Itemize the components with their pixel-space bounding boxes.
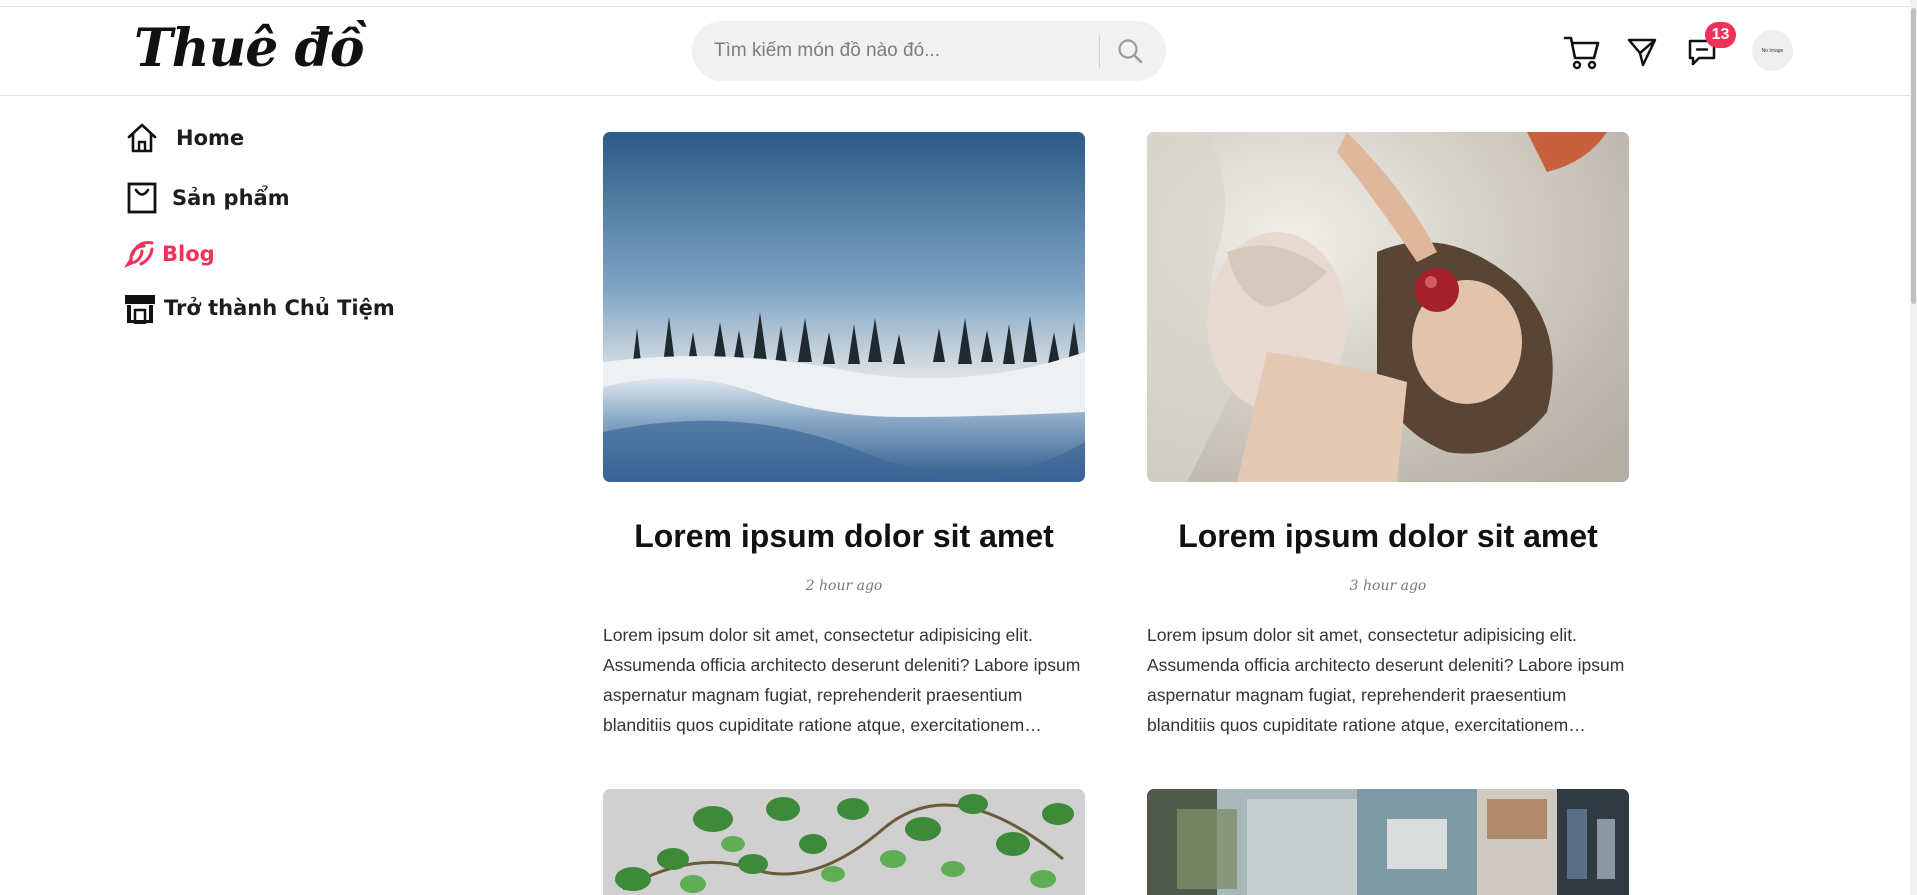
- search-icon: [1118, 39, 1143, 64]
- page-scrollbar[interactable]: [1910, 0, 1917, 895]
- shopping-bag-icon: [124, 180, 160, 216]
- post-time: 2 hour ago: [805, 578, 883, 594]
- cart-button[interactable]: [1561, 31, 1603, 73]
- search-input[interactable]: [714, 21, 1084, 81]
- notification-badge: 13: [1705, 22, 1736, 48]
- sidebar-item-label: Blog: [162, 242, 215, 266]
- snowy-forest-image: [603, 132, 1085, 482]
- sidebar-item-label: Trở thành Chủ Tiệm: [164, 296, 395, 320]
- blurred-shelves-image: [1147, 789, 1629, 895]
- blog-feed-icon: [120, 236, 156, 272]
- post-time: 3 hour ago: [1349, 578, 1427, 594]
- post-thumbnail[interactable]: [1147, 789, 1629, 895]
- sidebar-item-become-shop-owner[interactable]: Trở thành Chủ Tiệm: [122, 288, 395, 328]
- sidebar-item-blog[interactable]: Blog: [120, 234, 215, 274]
- post-thumbnail[interactable]: [603, 789, 1085, 895]
- post-thumbnail[interactable]: [603, 132, 1085, 482]
- avatar[interactable]: No Image: [1752, 30, 1793, 71]
- home-icon: [124, 120, 160, 156]
- site-logo[interactable]: Thuê đồ: [134, 19, 365, 79]
- post-excerpt: Lorem ipsum dolor sit amet, consectetur …: [603, 625, 1081, 735]
- scrollbar-thumb[interactable]: [1911, 8, 1916, 304]
- post-title[interactable]: Lorem ipsum dolor sit amet: [603, 518, 1085, 555]
- search-bar: [692, 21, 1166, 81]
- post-thumbnail[interactable]: [1147, 132, 1629, 482]
- send-button[interactable]: [1621, 31, 1663, 73]
- sidebar-item-label: Home: [176, 126, 245, 150]
- site-header: Thuê đồ 13 No Image: [0, 7, 1910, 96]
- sidebar-item-products[interactable]: Sản phẩm: [124, 178, 290, 218]
- avatar-placeholder-text: No Image: [1761, 47, 1784, 54]
- search-button[interactable]: [1110, 31, 1150, 71]
- browser-top-edge: [0, 0, 1917, 7]
- search-divider: [1099, 35, 1100, 68]
- post-title[interactable]: Lorem ipsum dolor sit amet: [1147, 518, 1629, 555]
- green-ivy-image: [603, 789, 1085, 895]
- send-icon: [1627, 38, 1657, 67]
- post-excerpt: Lorem ipsum dolor sit amet, consectetur …: [1147, 625, 1625, 735]
- woman-with-apple-image: [1147, 132, 1629, 482]
- sidebar-item-label: Sản phẩm: [172, 186, 290, 210]
- store-icon: [122, 290, 158, 326]
- sidebar-item-home[interactable]: Home: [124, 118, 244, 158]
- cart-icon: [1563, 36, 1600, 70]
